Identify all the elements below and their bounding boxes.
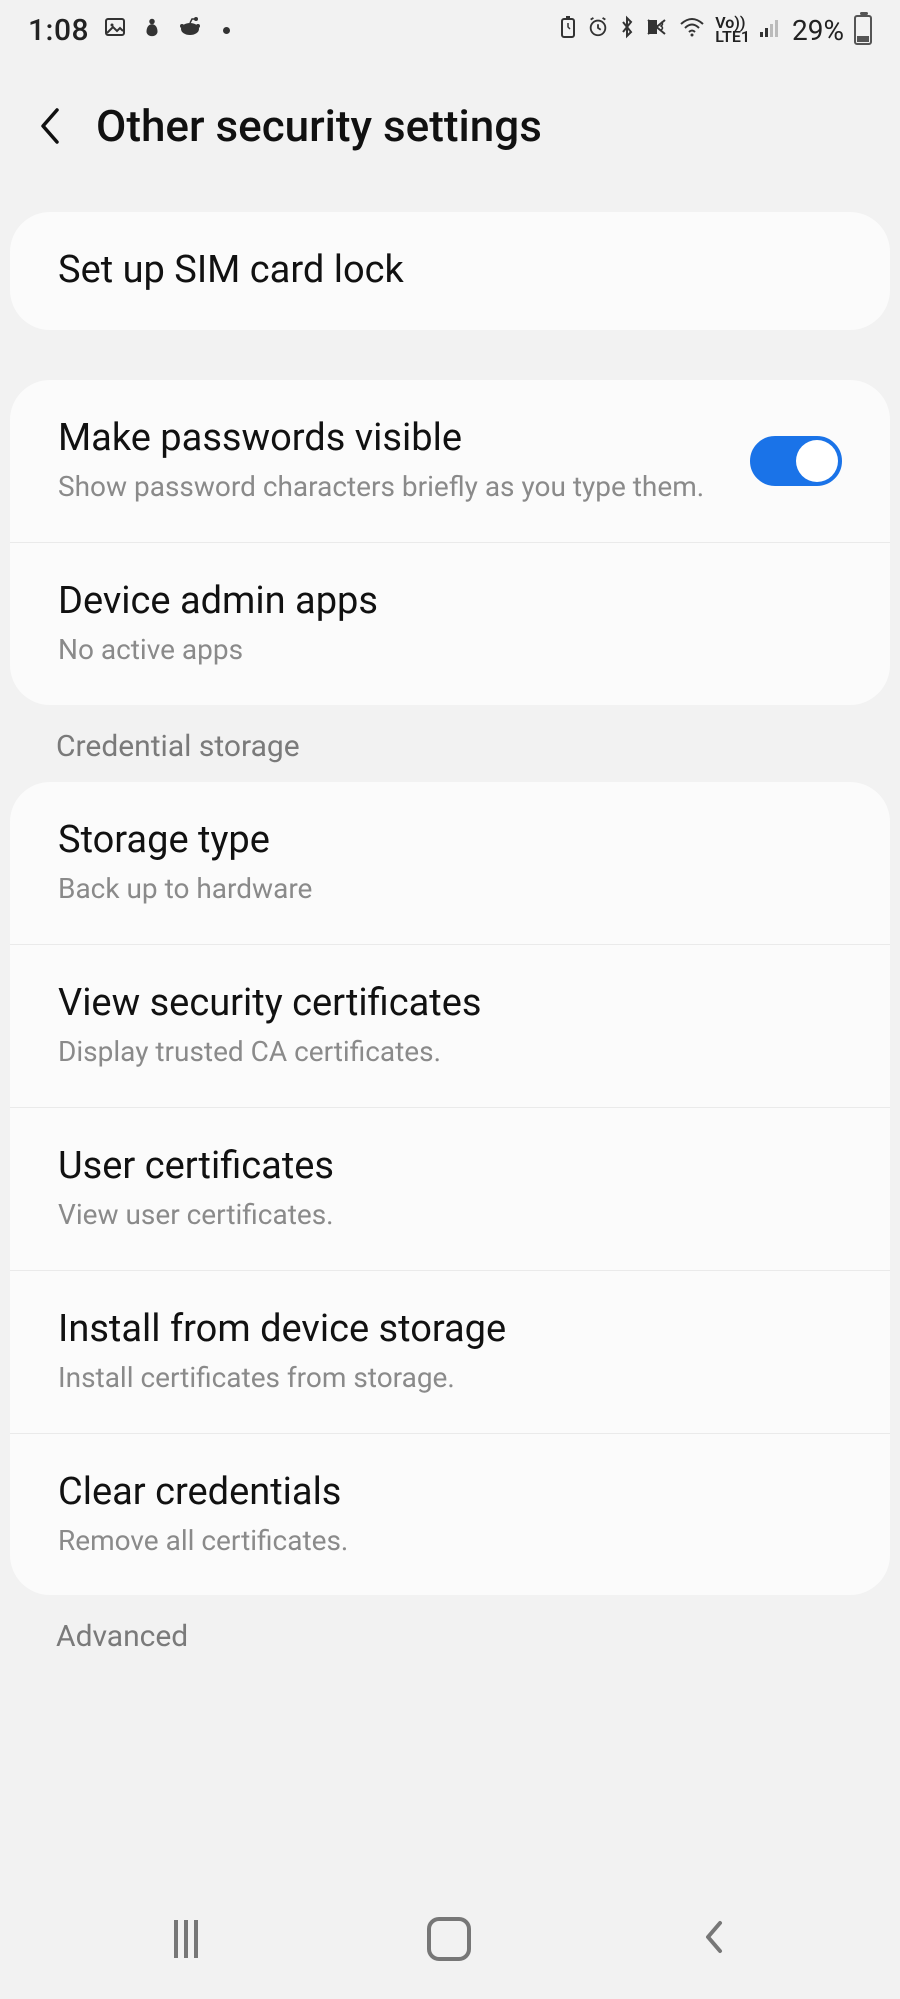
row-title: Device admin apps — [58, 579, 842, 625]
group-security-options: Make passwords visible Show password cha… — [10, 380, 890, 705]
section-advanced: Advanced — [0, 1619, 900, 1672]
row-make-passwords-visible[interactable]: Make passwords visible Show password cha… — [10, 380, 890, 542]
more-notifications-icon — [223, 27, 230, 34]
row-title: Clear credentials — [58, 1470, 842, 1516]
row-clear-credentials[interactable]: Clear credentials Remove all certificate… — [10, 1433, 890, 1596]
vibrate-icon — [645, 16, 669, 44]
reddit-icon — [177, 15, 203, 45]
group-credential-storage: Storage type Back up to hardware View se… — [10, 782, 890, 1596]
app-icon — [141, 15, 163, 45]
row-title: View security certificates — [58, 981, 842, 1027]
row-sim-card-lock[interactable]: Set up SIM card lock — [10, 212, 890, 330]
row-title: Install from device storage — [58, 1307, 842, 1353]
status-time: 1:08 — [28, 13, 89, 48]
toggle-knob — [796, 440, 838, 482]
row-storage-type[interactable]: Storage type Back up to hardware — [10, 782, 890, 944]
row-subtitle: Install certificates from storage. — [58, 1360, 842, 1396]
page-title: Other security settings — [96, 100, 542, 152]
back-button[interactable] — [28, 104, 72, 148]
volte-icon: Vo))LTE1 — [715, 16, 750, 45]
row-subtitle: Remove all certificates. — [58, 1523, 842, 1559]
page-header: Other security settings — [0, 60, 900, 212]
status-bar: 1:08 — [0, 0, 900, 60]
nav-back-button[interactable] — [700, 1917, 726, 1961]
bluetooth-icon — [619, 15, 635, 45]
status-left: 1:08 — [28, 13, 230, 48]
navigation-bar — [0, 1889, 900, 1989]
row-subtitle: Back up to hardware — [58, 871, 842, 907]
battery-icon — [854, 15, 872, 45]
nav-recents-button[interactable] — [174, 1920, 198, 1958]
power-saving-icon — [559, 16, 577, 44]
signal-icon — [760, 17, 782, 43]
row-subtitle: No active apps — [58, 632, 842, 668]
row-title: Make passwords visible — [58, 416, 730, 462]
row-user-certificates[interactable]: User certificates View user certificates… — [10, 1107, 890, 1270]
status-right: Vo))LTE1 29% — [559, 14, 872, 47]
row-subtitle: Display trusted CA certificates. — [58, 1034, 842, 1070]
passwords-visible-toggle[interactable] — [750, 436, 842, 486]
row-title: Storage type — [58, 818, 842, 864]
row-view-security-certificates[interactable]: View security certificates Display trust… — [10, 944, 890, 1107]
row-install-from-device-storage[interactable]: Install from device storage Install cert… — [10, 1270, 890, 1433]
wifi-icon — [679, 17, 705, 43]
row-title: Set up SIM card lock — [58, 248, 842, 294]
group-sim: Set up SIM card lock — [10, 212, 890, 330]
row-subtitle: Show password characters briefly as you … — [58, 469, 730, 505]
picture-icon — [103, 15, 127, 45]
row-subtitle: View user certificates. — [58, 1197, 842, 1233]
alarm-icon — [587, 16, 609, 44]
row-device-admin-apps[interactable]: Device admin apps No active apps — [10, 542, 890, 705]
battery-percent: 29% — [792, 14, 844, 47]
row-title: User certificates — [58, 1144, 842, 1190]
nav-home-button[interactable] — [427, 1917, 471, 1961]
section-credential-storage: Credential storage — [0, 729, 900, 782]
